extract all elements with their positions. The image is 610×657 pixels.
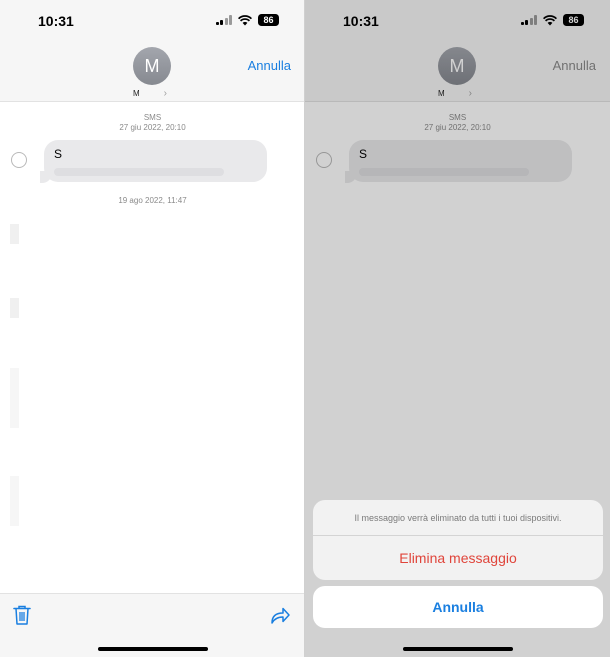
panel-divider (304, 0, 305, 657)
share-icon[interactable] (269, 605, 291, 625)
edit-toolbar (0, 593, 305, 657)
redacted-area (10, 476, 19, 526)
contact-name: M (133, 89, 140, 98)
message-text: S (54, 147, 63, 161)
status-time: 10:31 (38, 13, 74, 29)
message-timestamp-2: 19 ago 2022, 11:47 (118, 196, 187, 205)
status-icons: 86 (215, 14, 279, 26)
conversation-header: 10:31 86 M M › Annulla (0, 0, 305, 102)
chevron-right-icon: › (163, 88, 168, 99)
redacted-area (10, 368, 19, 428)
message-bubble[interactable]: S (44, 140, 267, 182)
select-message-radio[interactable] (11, 152, 27, 168)
screenshot-comparison: 10:31 86 M M › Annulla SMS 27 giu 2022, 2… (0, 0, 610, 657)
redacted-area (10, 224, 19, 244)
home-indicator (402, 647, 513, 651)
redacted-area (10, 298, 19, 318)
action-sheet-message: Il messaggio verrà eliminato da tutti i … (313, 500, 603, 536)
right-phone-screen: 10:31 86 M M › Annulla SMS 27 giu 2022, 2… (305, 0, 610, 657)
redacted-text (54, 168, 224, 176)
left-phone-screen: 10:31 86 M M › Annulla SMS 27 giu 2022, 2… (0, 0, 305, 657)
trash-icon[interactable] (12, 604, 32, 626)
action-sheet: Il messaggio verrà eliminato da tutti i … (313, 500, 603, 580)
cancel-button[interactable]: Annulla (248, 58, 291, 73)
home-indicator (97, 647, 208, 651)
delete-message-button[interactable]: Elimina messaggio (313, 536, 603, 580)
action-sheet-cancel-button[interactable]: Annulla (313, 586, 603, 628)
service-label: SMS (143, 113, 162, 122)
wifi-icon (238, 14, 252, 25)
contact-name-row[interactable]: M › (133, 88, 167, 99)
message-timestamp: 27 giu 2022, 20:10 (119, 123, 186, 132)
contact-avatar[interactable]: M (133, 47, 171, 85)
battery-icon: 86 (258, 14, 279, 26)
cellular-signal-icon (215, 15, 232, 25)
